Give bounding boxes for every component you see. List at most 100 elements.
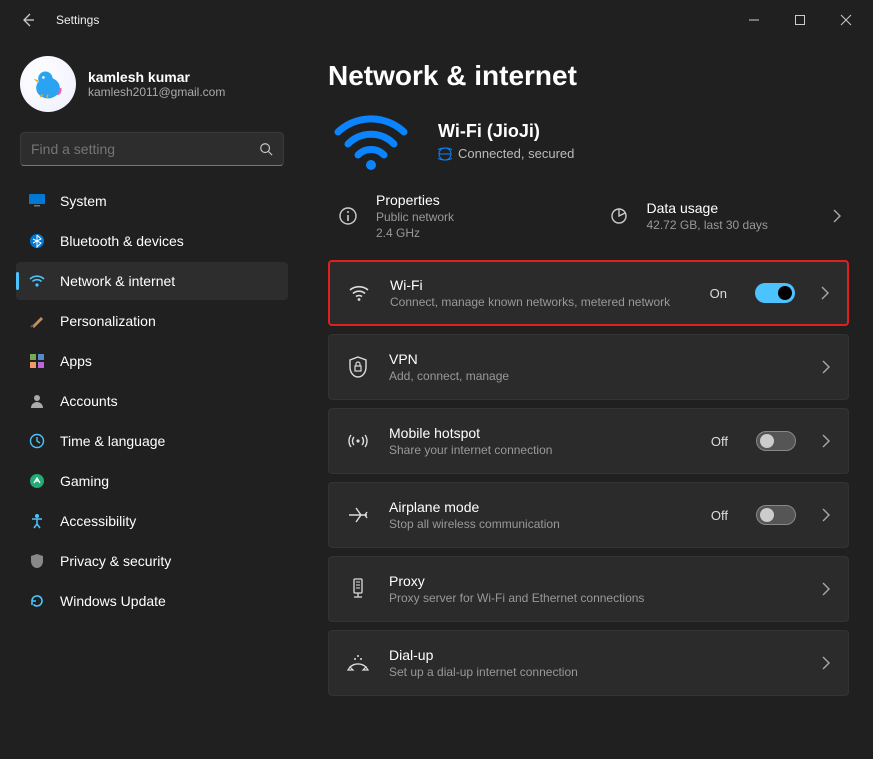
option-title: Dial-up	[389, 647, 802, 663]
page-title: Network & internet	[328, 60, 849, 92]
option-proxy[interactable]: Proxy Proxy server for Wi-Fi and Etherne…	[328, 556, 849, 622]
main-panel: Network & internet Wi-Fi (JioJi) Connect…	[300, 40, 873, 759]
hotspot-toggle[interactable]	[756, 431, 796, 451]
chevron-right-icon	[820, 359, 832, 375]
sidebar-item-bluetooth[interactable]: Bluetooth & devices	[16, 222, 288, 260]
pie-icon	[605, 206, 633, 226]
titlebar: Settings	[0, 0, 873, 40]
option-title: VPN	[389, 351, 802, 367]
properties-title: Properties	[376, 192, 454, 208]
chevron-right-icon	[820, 655, 832, 671]
toggle-state: Off	[711, 434, 728, 449]
monitor-icon	[28, 192, 46, 210]
proxy-icon	[345, 578, 371, 600]
sidebar-item-system[interactable]: System	[16, 182, 288, 220]
wifi-ssid: Wi-Fi (JioJi)	[438, 121, 574, 142]
hotspot-icon	[345, 431, 371, 451]
paint-icon	[28, 312, 46, 330]
bird-icon	[27, 63, 69, 105]
option-title: Airplane mode	[389, 499, 693, 515]
sidebar-item-gaming[interactable]: Gaming	[16, 462, 288, 500]
sidebar-item-apps[interactable]: Apps	[16, 342, 288, 380]
gaming-icon	[28, 472, 46, 490]
option-title: Wi-Fi	[390, 277, 692, 293]
back-button[interactable]	[12, 4, 44, 36]
wifi-icon	[346, 284, 372, 302]
sidebar-item-network[interactable]: Network & internet	[16, 262, 288, 300]
option-subtitle: Share your internet connection	[389, 443, 693, 457]
option-subtitle: Connect, manage known networks, metered …	[390, 295, 692, 309]
option-title: Proxy	[389, 573, 802, 589]
avatar	[20, 56, 76, 112]
wifi-status-text: Connected, secured	[458, 146, 574, 161]
sidebar-item-label: Windows Update	[60, 593, 166, 609]
option-subtitle: Proxy server for Wi-Fi and Ethernet conn…	[389, 591, 729, 605]
search-input[interactable]	[31, 141, 259, 157]
option-hotspot[interactable]: Mobile hotspot Share your internet conne…	[328, 408, 849, 474]
sidebar-item-label: Network & internet	[60, 273, 175, 289]
user-profile[interactable]: kamlesh kumar kamlesh2011@gmail.com	[16, 48, 288, 128]
sidebar: kamlesh kumar kamlesh2011@gmail.com Syst…	[0, 40, 300, 759]
chevron-right-icon	[819, 285, 831, 301]
option-airplane[interactable]: Airplane mode Stop all wireless communic…	[328, 482, 849, 548]
sidebar-item-label: Gaming	[60, 473, 109, 489]
globe-icon	[438, 147, 452, 161]
chevron-right-icon	[820, 507, 832, 523]
chevron-right-icon	[820, 433, 832, 449]
sidebar-item-label: Accessibility	[60, 513, 136, 529]
sidebar-item-label: Privacy & security	[60, 553, 171, 569]
option-subtitle: Stop all wireless communication	[389, 517, 693, 531]
properties-line2: 2.4 GHz	[376, 226, 454, 240]
info-icon	[334, 206, 362, 226]
sidebar-item-time[interactable]: Time & language	[16, 422, 288, 460]
wifi-icon	[28, 272, 46, 290]
chevron-right-icon	[820, 581, 832, 597]
airplane-icon	[345, 505, 371, 525]
sidebar-item-label: Apps	[60, 353, 92, 369]
search-box[interactable]	[20, 132, 284, 166]
wifi-toggle[interactable]	[755, 283, 795, 303]
option-vpn[interactable]: VPN Add, connect, manage	[328, 334, 849, 400]
user-email: kamlesh2011@gmail.com	[88, 85, 225, 99]
sidebar-item-privacy[interactable]: Privacy & security	[16, 542, 288, 580]
airplane-toggle[interactable]	[756, 505, 796, 525]
sidebar-item-update[interactable]: Windows Update	[16, 582, 288, 620]
nav-list: System Bluetooth & devices Network & int…	[16, 182, 288, 620]
properties-card[interactable]: Properties Public network 2.4 GHz	[328, 190, 579, 242]
option-title: Mobile hotspot	[389, 425, 693, 441]
sidebar-item-label: Bluetooth & devices	[60, 233, 184, 249]
person-icon	[28, 392, 46, 410]
option-subtitle: Add, connect, manage	[389, 369, 729, 383]
update-icon	[28, 592, 46, 610]
chevron-right-icon	[831, 208, 843, 224]
data-usage-card[interactable]: Data usage 42.72 GB, last 30 days	[599, 190, 850, 242]
minimize-button[interactable]	[731, 4, 777, 36]
window-title: Settings	[56, 13, 99, 27]
accessibility-icon	[28, 512, 46, 530]
sidebar-item-personalization[interactable]: Personalization	[16, 302, 288, 340]
sidebar-item-label: Time & language	[60, 433, 165, 449]
options-list: Wi-Fi Connect, manage known networks, me…	[328, 260, 849, 696]
toggle-state: On	[710, 286, 727, 301]
option-wifi[interactable]: Wi-Fi Connect, manage known networks, me…	[328, 260, 849, 326]
user-name: kamlesh kumar	[88, 69, 225, 85]
sidebar-item-accounts[interactable]: Accounts	[16, 382, 288, 420]
clock-icon	[28, 432, 46, 450]
sidebar-item-label: Accounts	[60, 393, 118, 409]
shield-icon	[28, 552, 46, 570]
option-dialup[interactable]: Dial-up Set up a dial-up internet connec…	[328, 630, 849, 696]
toggle-state: Off	[711, 508, 728, 523]
maximize-button[interactable]	[777, 4, 823, 36]
sidebar-item-label: Personalization	[60, 313, 156, 329]
dialup-icon	[345, 653, 371, 673]
shield-lock-icon	[345, 356, 371, 378]
search-icon	[259, 142, 273, 156]
wifi-status: Wi-Fi (JioJi) Connected, secured	[332, 110, 849, 172]
wifi-large-icon	[332, 110, 410, 172]
close-button[interactable]	[823, 4, 869, 36]
sidebar-item-label: System	[60, 193, 107, 209]
data-usage-line: 42.72 GB, last 30 days	[647, 218, 768, 232]
data-usage-title: Data usage	[647, 200, 768, 216]
sidebar-item-accessibility[interactable]: Accessibility	[16, 502, 288, 540]
option-subtitle: Set up a dial-up internet connection	[389, 665, 729, 679]
